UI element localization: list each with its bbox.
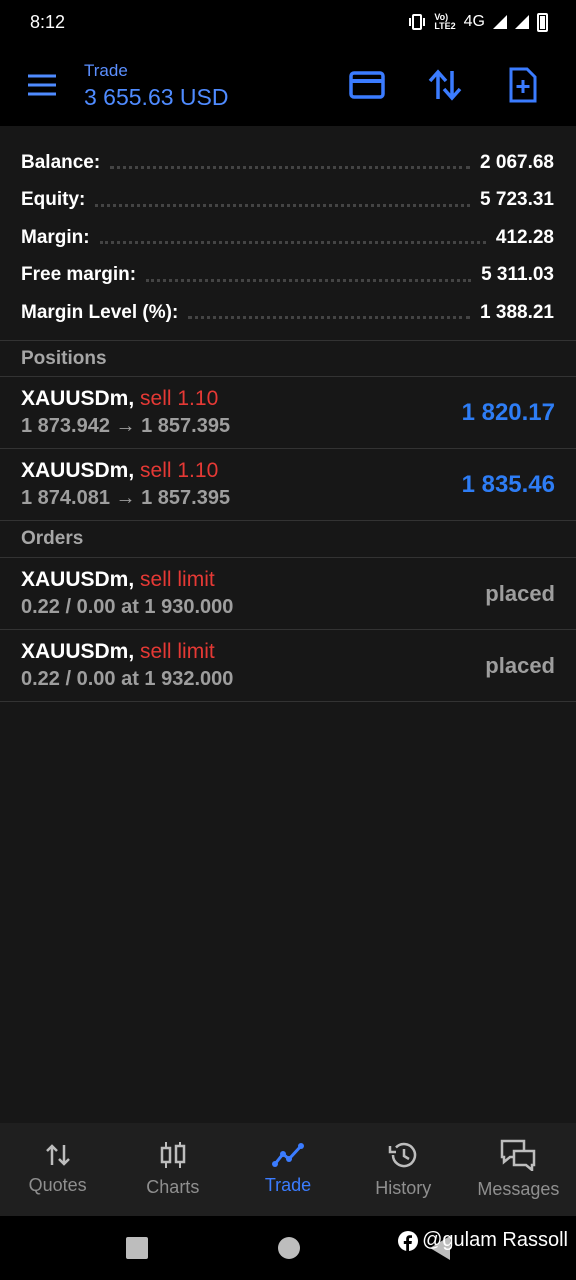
position-title: XAUUSDm, sell 1.10 (21, 458, 230, 484)
summary-row-margin-level: Margin Level (%): 1 388.21 (21, 294, 554, 332)
position-symbol: XAUUSDm, (21, 387, 135, 410)
dot-leader (110, 166, 471, 170)
charts-icon (160, 1142, 186, 1168)
order-symbol: XAUUSDm, (21, 568, 135, 591)
summary-label: Margin Level (%): (21, 301, 179, 323)
signal-icon-2 (515, 15, 529, 29)
order-item[interactable]: XAUUSDm, sell limit 0.22 / 0.00 at 1 930… (0, 558, 576, 630)
position-prices: 1 874.081 → 1 857.395 (21, 487, 231, 509)
sort-button[interactable] (406, 55, 484, 115)
summary-row-margin: Margin: 412.28 (21, 219, 554, 257)
vibrate-icon (409, 14, 426, 30)
quotes-icon (45, 1144, 70, 1166)
status-bar: 8:12 Vo) LTE2 4G (0, 0, 576, 44)
order-details: 0.22 / 0.00 at 1 932.000 (21, 668, 234, 690)
trade-icon (272, 1143, 304, 1167)
position-side: sell 1.10 (140, 459, 219, 482)
nav-quotes[interactable]: Quotes (0, 1123, 115, 1216)
status-time: 8:12 (30, 11, 66, 32)
title-block: Trade 3 655.63 USD (84, 58, 328, 112)
position-info: XAUUSDm, sell 1.10 1 874.081 → 1 857.395 (21, 458, 230, 511)
position-side: sell 1.10 (140, 387, 219, 410)
summary-value: 5 311.03 (481, 264, 554, 286)
summary-label: Balance: (21, 151, 101, 173)
dot-leader (146, 278, 472, 282)
nav-label: Messages (477, 1179, 560, 1199)
facebook-icon (398, 1230, 419, 1251)
summary-label: Free margin: (21, 264, 137, 286)
status-icons: Vo) LTE2 4G (408, 12, 548, 32)
dot-leader (188, 316, 471, 320)
nav-messages[interactable]: Messages (461, 1123, 576, 1216)
deposit-button[interactable] (328, 55, 406, 115)
order-title: XAUUSDm, sell limit (21, 639, 233, 665)
position-symbol: XAUUSDm, (21, 459, 135, 482)
signal-icon (493, 15, 507, 29)
home-button[interactable] (278, 1237, 300, 1259)
summary-row-free-margin: Free margin: 5 311.03 (21, 257, 554, 295)
dot-leader (95, 203, 471, 207)
position-profit: 1 820.17 (461, 398, 555, 426)
order-symbol: XAUUSDm, (21, 640, 135, 663)
position-item[interactable]: XAUUSDm, sell 1.10 1 874.081 → 1 857.395… (0, 449, 576, 521)
history-icon (388, 1142, 417, 1168)
watermark: @gulam Rassoll (398, 1229, 568, 1252)
account-balance-title: 3 655.63 USD (84, 84, 229, 110)
nav-label: Quotes (28, 1175, 87, 1195)
nav-label: Charts (146, 1177, 200, 1197)
nav-label: History (375, 1178, 432, 1198)
volte-icon: Vo) LTE2 (434, 12, 456, 31)
account-summary: Balance: 2 067.68 Equity: 5 723.31 Margi… (0, 126, 576, 340)
card-icon (349, 71, 385, 99)
dot-leader (99, 241, 486, 245)
nav-charts[interactable]: Charts (115, 1123, 230, 1216)
order-status: placed (485, 580, 555, 606)
orders-header: Orders (0, 521, 576, 558)
add-document-icon (509, 67, 537, 103)
menu-button[interactable] (0, 44, 84, 126)
summary-value: 412.28 (495, 226, 554, 248)
positions-header: Positions (0, 340, 576, 377)
order-info: XAUUSDm, sell limit 0.22 / 0.00 at 1 932… (21, 639, 233, 692)
summary-value: 1 388.21 (480, 301, 554, 323)
position-title: XAUUSDm, sell 1.10 (21, 386, 230, 412)
appbar-actions (328, 55, 562, 115)
position-item[interactable]: XAUUSDm, sell 1.10 1 873.942 → 1 857.395… (0, 377, 576, 449)
summary-value: 2 067.68 (480, 151, 554, 173)
order-info: XAUUSDm, sell limit 0.22 / 0.00 at 1 930… (21, 567, 233, 620)
order-status: placed (485, 652, 555, 678)
sort-arrows-icon (428, 69, 462, 101)
page-title: Trade (84, 61, 128, 80)
position-profit: 1 835.46 (461, 470, 555, 498)
summary-row-balance: Balance: 2 067.68 (21, 144, 554, 182)
nav-trade[interactable]: Trade (230, 1123, 345, 1216)
summary-value: 5 723.31 (480, 189, 554, 211)
order-details: 0.22 / 0.00 at 1 930.000 (21, 596, 234, 618)
order-side: sell limit (140, 568, 215, 591)
position-prices: 1 873.942 → 1 857.395 (21, 415, 231, 437)
summary-label: Equity: (21, 189, 86, 211)
summary-row-equity: Equity: 5 723.31 (21, 182, 554, 220)
messages-icon (501, 1139, 536, 1171)
summary-label: Margin: (21, 226, 90, 248)
watermark-text: @gulam Rassoll (422, 1229, 568, 1251)
battery-icon (537, 12, 548, 32)
recents-button[interactable] (126, 1237, 148, 1259)
order-side: sell limit (140, 640, 215, 663)
nav-label: Trade (264, 1175, 312, 1195)
nav-history[interactable]: History (346, 1123, 461, 1216)
network-label: 4G (463, 13, 485, 30)
order-title: XAUUSDm, sell limit (21, 567, 233, 593)
trade-list: Positions XAUUSDm, sell 1.10 1 873.942 →… (0, 340, 576, 702)
order-item[interactable]: XAUUSDm, sell limit 0.22 / 0.00 at 1 932… (0, 630, 576, 702)
bottom-nav: Quotes Charts Trade History Messages (0, 1123, 576, 1216)
new-order-button[interactable] (484, 55, 562, 115)
app-bar: Trade 3 655.63 USD (0, 44, 576, 126)
position-info: XAUUSDm, sell 1.10 1 873.942 → 1 857.395 (21, 386, 230, 439)
hamburger-icon (28, 74, 56, 96)
